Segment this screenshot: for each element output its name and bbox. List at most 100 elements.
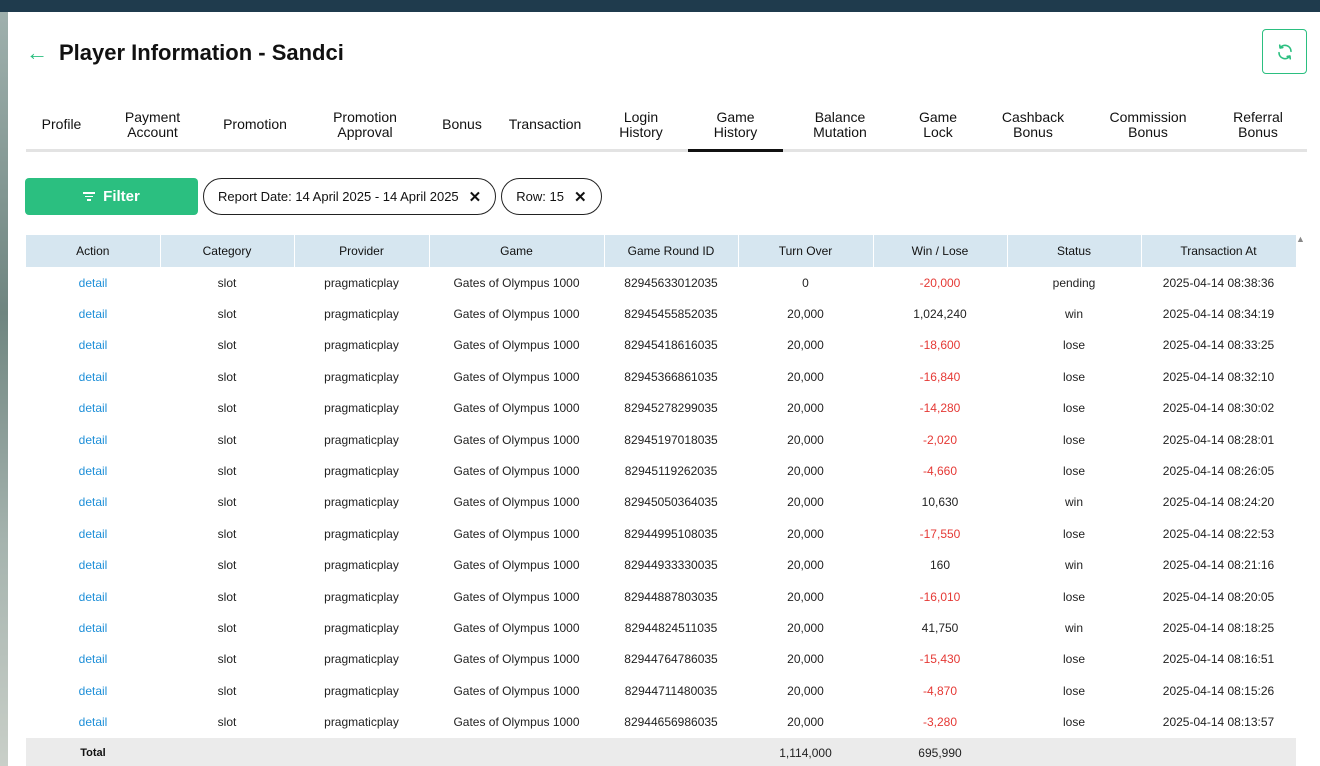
table-row: detail slot pragmaticplay Gates of Olympus … [26, 455, 1296, 486]
table-cell: 0 [802, 275, 809, 290]
table-cell: pragmaticplay [324, 589, 399, 604]
table-cell: slot [217, 558, 237, 573]
column-header[interactable]: Turn Over [738, 235, 874, 267]
report-date-chip[interactable]: Report Date: 14 April 2025 - 14 April 20… [203, 178, 497, 215]
table-cell [294, 737, 429, 766]
table-cell: pragmaticplay [324, 620, 399, 635]
column-header[interactable]: Action [26, 235, 161, 267]
table-cell: lose [1062, 464, 1085, 479]
table-cell: lose [1062, 526, 1085, 541]
detail-link[interactable]: detail [26, 393, 160, 424]
column-header[interactable]: Provider [294, 235, 430, 267]
tab-balance-mutation[interactable]: Balance Mutation [783, 100, 897, 149]
tab-promotion[interactable]: Promotion [208, 100, 302, 149]
column-header[interactable]: Win / Lose [873, 235, 1008, 267]
table-cell: 20,000 [787, 715, 824, 730]
detail-link[interactable]: detail [26, 361, 160, 392]
detail-link[interactable]: detail [26, 706, 160, 737]
table-cell: slot [217, 401, 237, 416]
arrow-left-icon[interactable]: ← [26, 42, 56, 64]
detail-link[interactable]: detail [26, 518, 160, 549]
table-cell: slot [217, 620, 237, 635]
tab-referral-bonus[interactable]: Referral Bonus [1209, 100, 1307, 149]
table-cell: lose [1062, 715, 1085, 730]
table-row: detail slot pragmaticplay Gates of Olympus … [26, 550, 1296, 581]
table-cell: 20,000 [787, 683, 824, 698]
table-cell: 20,000 [787, 589, 824, 604]
table-cell: -17,550 [919, 526, 961, 541]
scroll-up-icon[interactable]: ▲ [1296, 234, 1305, 244]
tab-game-lock[interactable]: Game Lock [897, 100, 979, 149]
detail-link[interactable]: detail [26, 612, 160, 643]
column-header[interactable]: Game Round ID [604, 235, 739, 267]
detail-link[interactable]: detail [26, 267, 160, 298]
table-header-row: Action Category Provider Game Game Round ID T… [26, 235, 1297, 267]
table-cell: pending [1052, 275, 1096, 290]
table-cell [160, 737, 294, 766]
table-cell: Gates of Olympus 1000 [453, 495, 580, 510]
table-cell: 82945278299035 [624, 401, 718, 416]
detail-link[interactable]: detail [26, 455, 160, 486]
detail-link[interactable]: detail [26, 581, 160, 612]
table-cell: 82945197018035 [624, 432, 718, 447]
table-cell: 2025-04-14 08:13:57 [1162, 715, 1275, 730]
table-cell: slot [217, 307, 237, 322]
table-cell: Gates of Olympus 1000 [453, 683, 580, 698]
table-row: detail slot pragmaticplay Gates of Olympus … [26, 644, 1296, 675]
table-cell: lose [1062, 401, 1085, 416]
detail-link[interactable]: detail [26, 550, 160, 581]
detail-link[interactable]: detail [26, 298, 160, 329]
detail-link[interactable]: detail [26, 330, 160, 361]
table-cell: -16,010 [919, 589, 961, 604]
tab-game-history[interactable]: Game History [688, 100, 783, 152]
table-cell [1141, 737, 1296, 766]
table-row: detail slot pragmaticplay Gates of Olympus … [26, 706, 1296, 737]
detail-link[interactable]: detail [26, 424, 160, 455]
table-cell: 20,000 [787, 338, 824, 353]
table-cell [1007, 737, 1141, 766]
tab-promotion-approval[interactable]: Promotion Approval [302, 100, 428, 149]
table-cell: 82944933330035 [624, 558, 718, 573]
table-row: detail slot pragmaticplay Gates of Olympus … [26, 518, 1296, 549]
table-cell: -18,600 [919, 338, 961, 353]
tab-bonus[interactable]: Bonus [428, 100, 496, 149]
detail-link[interactable]: detail [26, 644, 160, 675]
table-cell: 82945119262035 [624, 464, 718, 479]
column-header[interactable]: Status [1007, 235, 1142, 267]
table-cell: pragmaticplay [324, 464, 399, 479]
table-cell: lose [1062, 652, 1085, 667]
refresh-button[interactable] [1262, 29, 1307, 74]
column-header[interactable]: Game [429, 235, 605, 267]
tab-payment-account[interactable]: Payment Account [97, 100, 208, 149]
column-header[interactable]: Category [160, 235, 295, 267]
table-cell: 2025-04-14 08:28:01 [1162, 432, 1275, 447]
table-cell: 2025-04-14 08:22:53 [1162, 526, 1275, 541]
tab-commission-bonus[interactable]: Commission Bonus [1087, 100, 1209, 149]
table-cell: 2025-04-14 08:20:05 [1162, 589, 1275, 604]
filter-button[interactable]: Filter [25, 178, 198, 215]
table-cell: slot [217, 495, 237, 510]
table-cell: Gates of Olympus 1000 [453, 715, 580, 730]
tab-transaction[interactable]: Transaction [496, 100, 594, 149]
detail-link[interactable]: detail [26, 487, 160, 518]
game-history-table: Action Category Provider Game Game Round ID T… [26, 235, 1297, 766]
table-row: detail slot pragmaticplay Gates of Olympus … [26, 393, 1296, 424]
table-cell: 2025-04-14 08:38:36 [1162, 275, 1275, 290]
tab-profile[interactable]: Profile [26, 100, 97, 149]
table-cell: 10,630 [921, 495, 959, 510]
table-cell: -2,020 [922, 432, 958, 447]
close-icon[interactable]: ✕ [574, 188, 587, 206]
table-cell: 20,000 [787, 652, 824, 667]
table-cell: pragmaticplay [324, 338, 399, 353]
table-cell: Gates of Olympus 1000 [453, 307, 580, 322]
row-count-chip[interactable]: Row: 15 ✕ [501, 178, 602, 215]
tab-cashback-bonus[interactable]: Cashback Bonus [979, 100, 1087, 149]
table-cell: 2025-04-14 08:26:05 [1162, 464, 1275, 479]
detail-link[interactable]: detail [26, 675, 160, 706]
table-cell: slot [217, 589, 237, 604]
column-header[interactable]: Transaction At [1141, 235, 1297, 267]
table-cell: pragmaticplay [324, 275, 399, 290]
table-cell: win [1064, 620, 1083, 635]
tab-login-history[interactable]: Login History [594, 100, 688, 149]
close-icon[interactable]: ✕ [469, 188, 482, 206]
